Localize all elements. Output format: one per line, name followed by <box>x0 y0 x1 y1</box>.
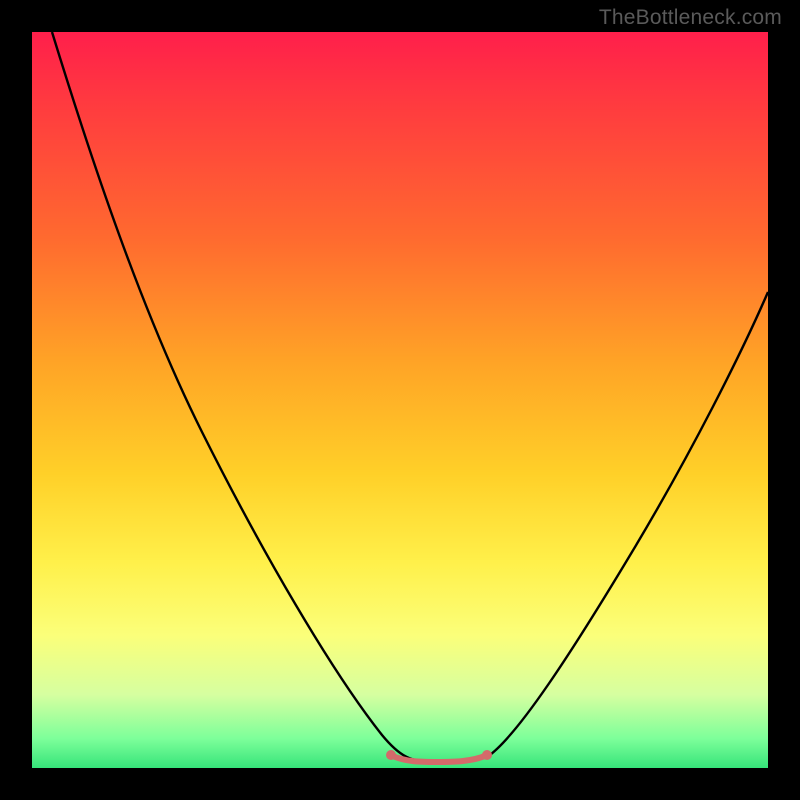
chart-frame: TheBottleneck.com <box>0 0 800 800</box>
valley-marker-dot-left <box>386 750 396 760</box>
plot-area <box>32 32 768 768</box>
watermark-text: TheBottleneck.com <box>599 6 782 30</box>
curve-svg <box>32 32 768 768</box>
main-curve <box>52 32 768 762</box>
valley-marker-dot-right <box>482 750 492 760</box>
